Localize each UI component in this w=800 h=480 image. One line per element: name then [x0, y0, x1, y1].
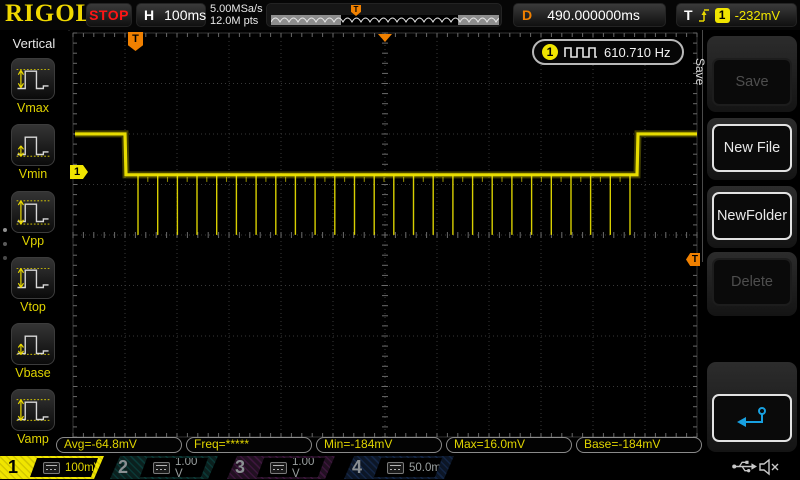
menu-item-vmax[interactable]: Vmax	[10, 58, 56, 115]
menu-page-dots	[3, 228, 7, 270]
back-button[interactable]	[712, 394, 792, 442]
acquisition-info: 5.00MSa/s 12.0M pts	[210, 3, 263, 27]
delay-label: D	[522, 7, 532, 23]
channel3-status[interactable]: 3 1.00 V	[227, 456, 335, 479]
run-stop-status[interactable]: STOP	[86, 3, 132, 27]
sample-rate: 5.00MSa/s	[210, 3, 263, 15]
vtop-icon	[11, 257, 55, 299]
memory-position-bar: T	[266, 3, 502, 27]
measure-menu-title: Vertical	[0, 30, 68, 51]
vmax-icon	[11, 58, 55, 100]
measurement-avg: Avg=-64.8mV	[56, 437, 182, 453]
return-arrow-icon	[735, 405, 769, 431]
channel4-status[interactable]: 4 50.0mV	[344, 456, 454, 479]
frequency-counter: 1 610.710 Hz	[532, 39, 684, 65]
trigger-box[interactable]: T 1 -232mV	[676, 3, 797, 27]
brand-logo: RIGOL	[5, 0, 93, 28]
new-folder-button[interactable]: NewFolder	[712, 192, 792, 240]
save-button[interactable]: Save	[712, 58, 792, 106]
vamp-icon	[11, 389, 55, 431]
measurement-base: Base=-184mV	[576, 437, 702, 453]
dc-coupling-icon	[43, 462, 60, 474]
menu-item-vtop[interactable]: Vtop	[10, 257, 56, 314]
rising-edge-icon	[698, 7, 710, 23]
menu-item-label: Vtop	[10, 300, 56, 314]
trigger-source-badge: 1	[715, 8, 730, 23]
horizontal-label: H	[144, 7, 154, 23]
trigger-label: T	[684, 7, 693, 23]
channel-number: 1	[8, 457, 18, 478]
channel-scale: 50.0mV	[374, 458, 442, 477]
memory-depth: 12.0M pts	[210, 15, 263, 27]
menu-item-vbase[interactable]: Vbase	[10, 323, 56, 380]
save-menu-title: Save	[693, 58, 707, 85]
dc-coupling-icon	[387, 462, 404, 474]
menu-item-vmin[interactable]: Vmin	[10, 124, 56, 181]
run-state-label: STOP	[89, 7, 129, 23]
oscilloscope-screen: RIGOL STOP H 100ms 5.00MSa/s 12.0M pts T…	[0, 0, 800, 480]
delay-box[interactable]: D 490.000000ms	[513, 3, 666, 27]
channel-scale: 1.00 V	[140, 458, 208, 477]
measurement-freq: Freq=*****	[186, 437, 312, 453]
menu-item-vpp[interactable]: Vpp	[10, 191, 56, 248]
delay-value: 490.000000ms	[547, 7, 650, 23]
channel-scale: 100mV	[30, 458, 98, 477]
usb-icon	[731, 458, 757, 475]
horizontal-timebase-box[interactable]: H 100ms	[136, 3, 206, 27]
new-file-button[interactable]: New File	[712, 124, 792, 172]
channel-scale: 1.00 V	[257, 458, 325, 477]
vpp-icon	[11, 191, 55, 233]
square-wave-icon	[564, 46, 598, 58]
measure-menu: Vertical Vmax Vmin	[0, 30, 68, 456]
menu-item-label: Vmax	[10, 101, 56, 115]
dc-coupling-icon	[153, 462, 170, 474]
vbase-icon	[11, 323, 55, 365]
delete-button[interactable]: Delete	[712, 258, 792, 306]
memory-waveform-strip	[271, 15, 499, 25]
channel-number: 4	[352, 457, 362, 478]
graticule-and-waveform	[70, 30, 700, 456]
channel-number: 3	[235, 457, 245, 478]
counter-value: 610.710 Hz	[604, 45, 671, 60]
counter-channel-badge: 1	[542, 44, 558, 60]
vmin-icon	[11, 124, 55, 166]
channel-number: 2	[118, 457, 128, 478]
waveform-display: T 1 T 1 610.710 Hz	[70, 30, 700, 456]
menu-item-vamp[interactable]: Vamp	[10, 389, 56, 446]
timebase-value: 100ms	[164, 7, 206, 23]
menu-item-label: Vbase	[10, 366, 56, 380]
measurement-min: Min=-184mV	[316, 437, 442, 453]
dc-coupling-icon	[270, 462, 287, 474]
channel2-status[interactable]: 2 1.00 V	[110, 456, 218, 479]
menu-item-label: Vpp	[10, 234, 56, 248]
menu-item-label: Vamp	[10, 432, 56, 446]
speaker-muted-icon	[758, 458, 780, 476]
horizontal-center-marker-icon	[378, 34, 392, 42]
top-status-bar: RIGOL STOP H 100ms 5.00MSa/s 12.0M pts T…	[0, 0, 800, 31]
menu-item-label: Vmin	[10, 167, 56, 181]
trigger-level-value: -232mV	[735, 8, 781, 23]
memory-squiggle-icon	[271, 15, 499, 25]
save-menu: Save Save New File NewFolder Delete	[700, 30, 800, 456]
channel1-status[interactable]: 1 100mV	[0, 456, 104, 479]
measurement-max: Max=16.0mV	[446, 437, 572, 453]
